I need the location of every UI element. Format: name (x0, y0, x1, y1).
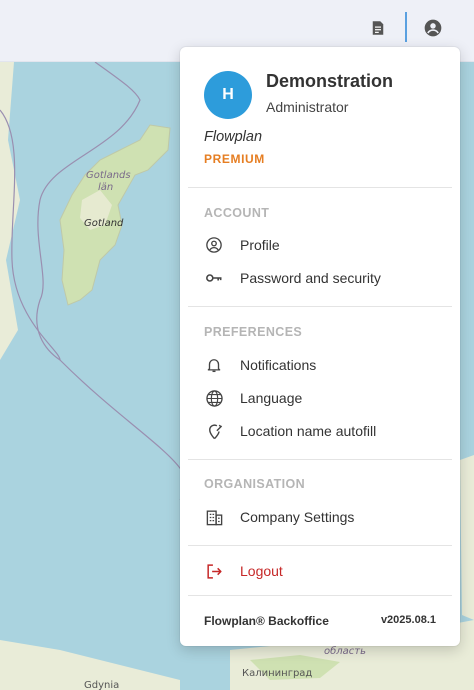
map-label-gdynia: Gdynia (84, 680, 120, 690)
section-title-account: ACCOUNT (204, 206, 270, 220)
menu-item-notifications[interactable]: Notifications (180, 350, 460, 380)
building-icon (204, 507, 224, 527)
plan-badge: PREMIUM (204, 152, 265, 166)
divider (188, 187, 452, 188)
section-title-preferences: PREFERENCES (204, 325, 303, 339)
divider (188, 459, 452, 460)
avatar: H (204, 71, 252, 119)
bell-icon (204, 355, 224, 375)
user-role: Administrator (266, 99, 349, 115)
user-name: Demonstration (266, 71, 394, 91)
menu-item-language[interactable]: Language (180, 383, 460, 413)
logout-label: Logout (240, 563, 283, 579)
footer-version: v2025.08.1 (380, 614, 436, 626)
documents-button[interactable] (367, 17, 389, 39)
map-label-gotlands-lan: Gotlands (86, 170, 131, 181)
topbar-divider (405, 12, 407, 42)
menu-item-company-settings[interactable]: Company Settings (180, 502, 460, 532)
map-label-kaliningrad: Калининград (242, 668, 313, 679)
menu-item-location-autofill[interactable]: Location name autofill (180, 416, 460, 446)
menu-item-label: Location name autofill (240, 423, 377, 439)
divider (188, 306, 452, 307)
company-name: Flowplan (204, 129, 263, 145)
map-label-oblast: область (324, 646, 367, 657)
divider (188, 595, 452, 596)
globe-icon (204, 388, 224, 408)
map-label-lan: län (98, 182, 114, 193)
menu-item-profile[interactable]: Profile (180, 230, 460, 260)
menu-item-label: Company Settings (240, 509, 355, 525)
map-label-gotland: Gotland (84, 218, 124, 229)
menu-item-label: Profile (240, 237, 280, 253)
document-icon (372, 21, 384, 35)
key-icon (204, 268, 224, 288)
footer-brand: Flowplan® Backoffice (204, 614, 329, 628)
logout-button[interactable]: Logout (180, 556, 460, 586)
location-edit-icon (204, 421, 224, 441)
divider (188, 545, 452, 546)
account-dropdown-panel: H Demonstration Administrator Flowplan P… (180, 47, 460, 646)
account-button[interactable] (422, 17, 444, 39)
profile-icon (204, 235, 224, 255)
menu-item-label: Language (240, 390, 303, 406)
menu-item-label: Notifications (240, 357, 317, 373)
menu-item-label: Password and security (240, 270, 381, 286)
account-circle-icon (424, 19, 442, 37)
menu-item-password-security[interactable]: Password and security (180, 263, 460, 293)
section-title-organisation: ORGANISATION (204, 477, 306, 491)
logout-icon (204, 561, 224, 581)
